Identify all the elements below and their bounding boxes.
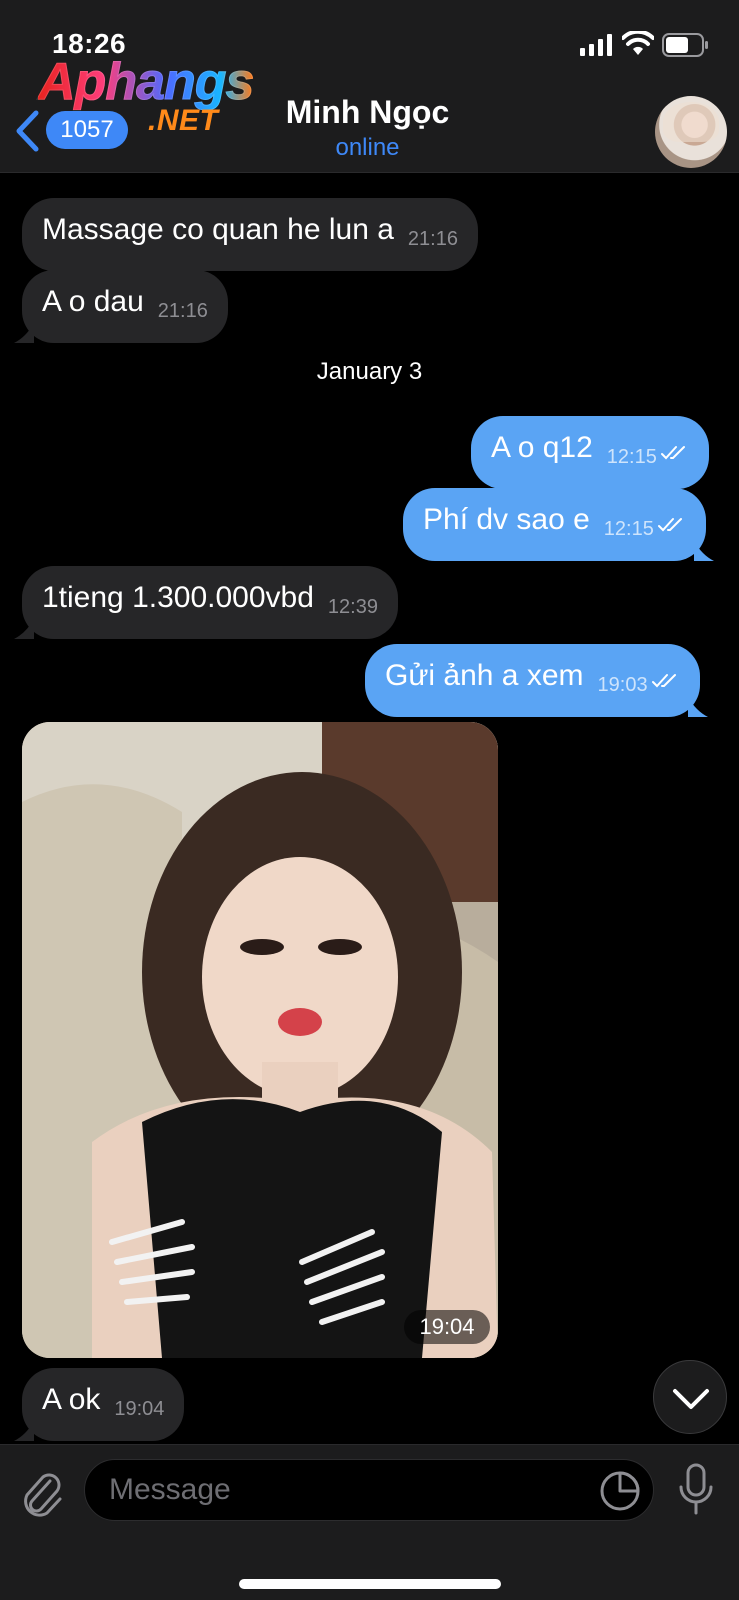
message-text: A o dau (42, 285, 144, 318)
message-bubble-outgoing[interactable]: Phí dv sao e 12:15 (403, 488, 714, 561)
message-bubble-outgoing[interactable]: Gửi ảnh a xem 19:03 (365, 644, 708, 717)
message-text: Massage co quan he lun a (42, 213, 394, 246)
message-time: 19:04 (114, 1398, 165, 1420)
cellular-signal-icon (580, 34, 612, 56)
double-check-icon (651, 674, 676, 688)
unread-count-badge[interactable]: 1057 (46, 111, 128, 149)
avatar[interactable] (655, 96, 727, 168)
bubble-tail (687, 697, 708, 717)
home-indicator[interactable] (239, 1579, 501, 1589)
message-input[interactable] (109, 1460, 579, 1520)
message-field[interactable] (84, 1459, 654, 1521)
chevron-down-icon (673, 1389, 709, 1409)
wifi-icon (622, 31, 654, 55)
message-time: 12:15 (606, 446, 657, 468)
watermark-top: Aphangs (37, 53, 254, 111)
bubble-tail (693, 541, 714, 561)
message-text: Gửi ảnh a xem (385, 659, 584, 692)
message-text: Phí dv sao e (423, 503, 590, 536)
message-text: A o q12 (491, 431, 593, 464)
paperclip-icon[interactable] (20, 1467, 64, 1519)
message-bubble-incoming[interactable]: A ok 19:04 (14, 1368, 185, 1441)
chat-header: 18:26 Aphangs .NET 1057 Minh Ngọc online (0, 0, 739, 173)
message-bubble-incoming[interactable]: 1tieng 1.300.000vbd 12:39 (14, 566, 398, 639)
photo-image (22, 722, 498, 1358)
watermark-bottom: .NET (148, 104, 219, 137)
microphone-icon[interactable] (678, 1463, 714, 1517)
message-time: 12:39 (327, 596, 378, 618)
message-time: 12:15 (603, 518, 654, 540)
message-bubble-outgoing[interactable]: A o q12 12:15 (471, 416, 709, 489)
message-input-bar (0, 1444, 739, 1600)
bubble-tail (14, 1421, 34, 1441)
message-time: 19:03 (597, 674, 648, 696)
message-bubble-incoming[interactable]: A o dau 21:16 (14, 270, 228, 343)
message-text: 1tieng 1.300.000vbd (42, 581, 314, 614)
message-text: A ok (42, 1383, 101, 1416)
message-time: 21:16 (407, 228, 458, 250)
contact-status: online (335, 134, 400, 161)
scroll-down-button[interactable] (653, 1360, 727, 1434)
battery-icon (662, 33, 708, 57)
double-check-icon (660, 446, 685, 460)
double-check-icon (657, 518, 682, 532)
sticker-icon[interactable] (599, 1470, 641, 1512)
contact-name[interactable]: Minh Ngọc (230, 94, 505, 131)
bubble-tail (14, 619, 34, 639)
date-separator: January 3 (316, 358, 423, 385)
photo-message[interactable]: 19:04 (22, 722, 498, 1358)
chevron-left-icon[interactable] (14, 110, 40, 152)
message-time: 21:16 (157, 300, 208, 322)
message-bubble-incoming[interactable]: Massage co quan he lun a 21:16 (22, 198, 478, 271)
bubble-tail (14, 323, 34, 343)
photo-timestamp: 19:04 (404, 1310, 490, 1344)
